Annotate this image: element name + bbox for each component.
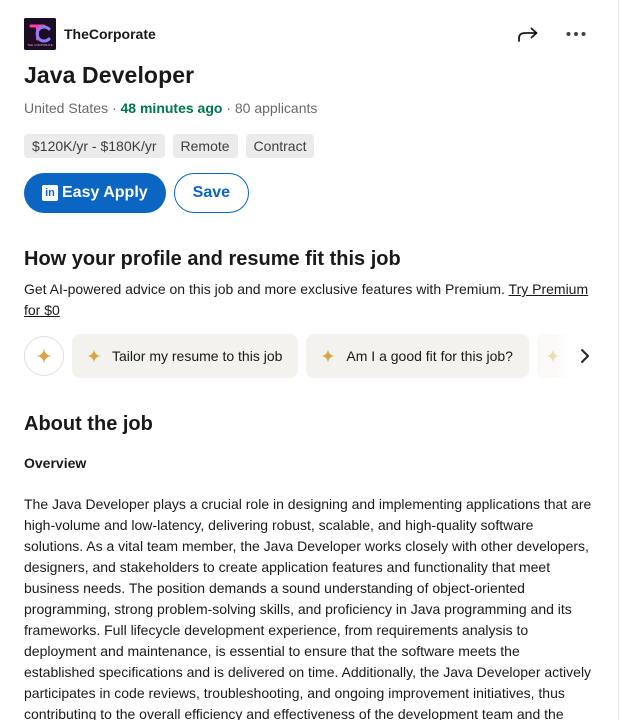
workplace-type-pill[interactable]: Remote (172, 134, 238, 158)
more-dots-icon[interactable] (564, 22, 588, 46)
salary-pill[interactable]: $120K/yr - $180K/yr (24, 134, 165, 158)
premium-spark-icon (321, 349, 336, 363)
profile-fit-description: Get AI-powered advice on this job and mo… (24, 279, 594, 321)
job-insight-pills: $120K/yr - $180K/yr Remote Contract (24, 134, 315, 158)
meta-separator: · (222, 100, 235, 116)
easy-apply-label: Easy Apply (62, 184, 148, 201)
about-job-heading: About the job (24, 413, 153, 435)
top-actions (516, 22, 588, 46)
save-label: Save (192, 184, 231, 201)
applicant-count: 80 applicants (234, 100, 318, 116)
tailor-resume-chip[interactable]: Tailor my resume to this job (72, 334, 299, 378)
posted-time: 48 minutes ago (120, 100, 223, 116)
company-row: THE CORPORATE TheCorporate (24, 18, 588, 50)
save-button[interactable]: Save (173, 173, 250, 213)
overview-subheading: Overview (24, 455, 87, 471)
ai-prompt-chips: Tailor my resume to this job Am I a good… (24, 334, 596, 378)
chip-label: Am I a good fit for this job? (346, 348, 513, 364)
job-type-pill[interactable]: Contract (245, 134, 315, 158)
apply-actions: in Easy Apply Save (24, 173, 250, 213)
company-logo[interactable]: THE CORPORATE (24, 18, 56, 50)
meta-separator: · (108, 100, 121, 116)
easy-apply-button[interactable]: in Easy Apply (24, 173, 166, 213)
share-arrow-icon[interactable] (516, 22, 540, 46)
good-fit-chip[interactable]: Am I a good fit for this job? (306, 334, 529, 378)
premium-spark-icon (36, 348, 52, 364)
job-description-text: The Java Developer plays a crucial role … (24, 496, 592, 720)
job-details-panel: THE CORPORATE TheCorporate Java Develope… (0, 0, 619, 720)
chevron-right-icon[interactable] (552, 334, 592, 378)
premium-spark-icon (87, 349, 101, 363)
job-meta: United States · 48 minutes ago · 80 appl… (24, 100, 317, 116)
company-logo-mark: THE CORPORATE (24, 18, 56, 50)
job-title: Java Developer (24, 62, 195, 88)
linkedin-icon: in (42, 185, 58, 201)
svg-text:THE CORPORATE: THE CORPORATE (27, 43, 53, 47)
company-name[interactable]: TheCorporate (64, 26, 156, 42)
chip-label: Tailor my resume to this job (112, 348, 283, 364)
profile-fit-heading: How your profile and resume fit this job (24, 248, 401, 270)
premium-promo-text: Get AI-powered advice on this job and mo… (24, 281, 509, 297)
job-location: United States (24, 100, 109, 116)
premium-spark-button[interactable] (24, 336, 64, 376)
